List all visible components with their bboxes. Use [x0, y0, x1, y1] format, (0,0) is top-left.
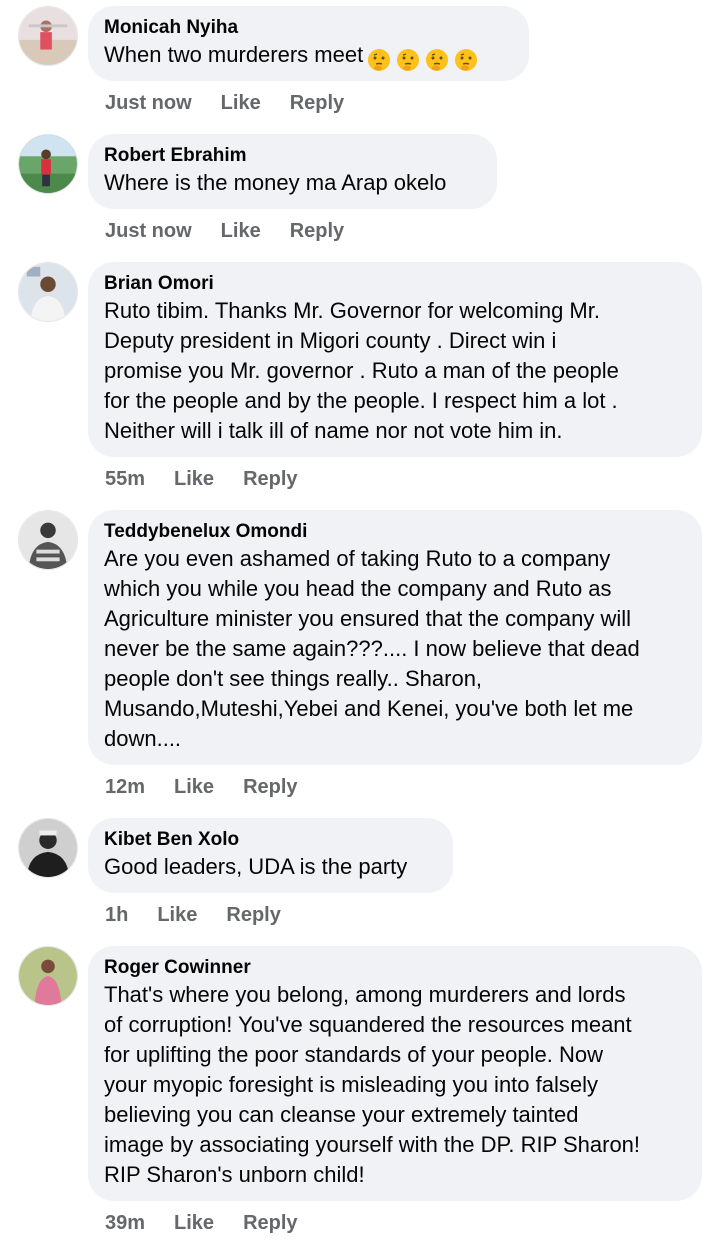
- thinking-face-icon: [426, 49, 449, 72]
- reply-button[interactable]: Reply: [226, 903, 280, 927]
- comment-author[interactable]: Brian Omori: [104, 272, 684, 296]
- comment-timestamp[interactable]: Just now: [105, 219, 192, 243]
- comment-bubble[interactable]: Monicah Nyiha When two murderers meet: [88, 6, 529, 81]
- thinking-face-icon: [455, 49, 478, 72]
- comment-timestamp[interactable]: 1h: [105, 903, 128, 927]
- like-button[interactable]: Like: [174, 1211, 214, 1235]
- comment-author[interactable]: Robert Ebrahim: [104, 144, 479, 168]
- comment-bubble[interactable]: Teddybenelux Omondi Are you even ashamed…: [88, 510, 702, 765]
- comment-author[interactable]: Teddybenelux Omondi: [104, 520, 684, 544]
- thinking-face-icon: [397, 49, 420, 72]
- comment-bubble[interactable]: Kibet Ben Xolo Good leaders, UDA is the …: [88, 818, 453, 893]
- comment-author[interactable]: Monicah Nyiha: [104, 16, 511, 40]
- comment-text: Ruto tibim. Thanks Mr. Governor for welc…: [104, 298, 619, 443]
- comment-actions: 12m Like Reply: [105, 775, 298, 799]
- reply-button[interactable]: Reply: [290, 91, 344, 115]
- like-button[interactable]: Like: [174, 467, 214, 491]
- comment-text: Good leaders, UDA is the party: [104, 854, 408, 879]
- comment-timestamp[interactable]: Just now: [105, 91, 192, 115]
- comment-timestamp[interactable]: 39m: [105, 1211, 145, 1235]
- reply-button[interactable]: Reply: [243, 1211, 297, 1235]
- reply-button[interactable]: Reply: [243, 775, 297, 799]
- comment-actions: Just now Like Reply: [105, 219, 344, 243]
- comment-actions: 39m Like Reply: [105, 1211, 298, 1235]
- like-button[interactable]: Like: [157, 903, 197, 927]
- avatar[interactable]: [18, 134, 78, 194]
- comment-timestamp[interactable]: 55m: [105, 467, 145, 491]
- comment-actions: 55m Like Reply: [105, 467, 298, 491]
- avatar[interactable]: [18, 262, 78, 322]
- comment-text: Where is the money ma Arap okelo: [104, 170, 447, 195]
- comment-author[interactable]: Roger Cowinner: [104, 956, 684, 980]
- comment-bubble[interactable]: Robert Ebrahim Where is the money ma Ara…: [88, 134, 497, 209]
- thinking-face-icon: [368, 49, 391, 72]
- like-button[interactable]: Like: [174, 775, 214, 799]
- like-button[interactable]: Like: [221, 219, 261, 243]
- like-button[interactable]: Like: [221, 91, 261, 115]
- reply-button[interactable]: Reply: [243, 467, 297, 491]
- comment-bubble[interactable]: Brian Omori Ruto tibim. Thanks Mr. Gover…: [88, 262, 702, 457]
- comment-actions: Just now Like Reply: [105, 91, 344, 115]
- comment-author[interactable]: Kibet Ben Xolo: [104, 828, 435, 852]
- comment-text: Are you even ashamed of taking Ruto to a…: [104, 546, 640, 751]
- comment-text: When two murderers meet: [104, 40, 511, 74]
- emoji-group: [363, 44, 479, 74]
- reply-button[interactable]: Reply: [290, 219, 344, 243]
- comment-actions: 1h Like Reply: [105, 903, 281, 927]
- avatar[interactable]: [18, 510, 78, 570]
- comment-text: That's where you belong, among murderers…: [104, 982, 641, 1187]
- avatar[interactable]: [18, 818, 78, 878]
- comment-bubble[interactable]: Roger Cowinner That's where you belong, …: [88, 946, 702, 1201]
- comment-timestamp[interactable]: 12m: [105, 775, 145, 799]
- avatar[interactable]: [18, 6, 78, 66]
- avatar[interactable]: [18, 946, 78, 1006]
